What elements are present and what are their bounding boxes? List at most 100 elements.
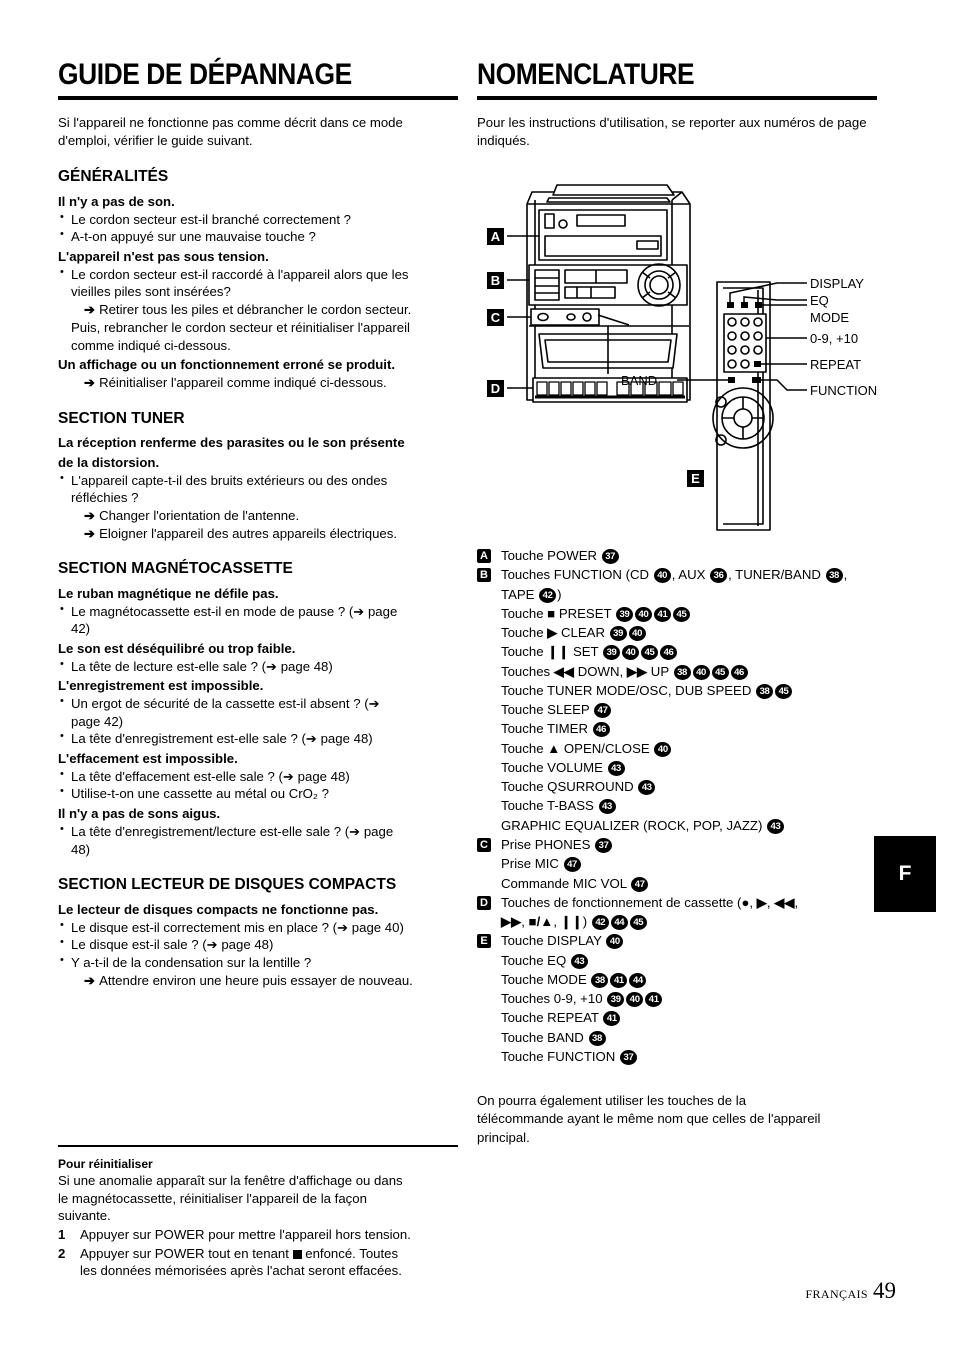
diagram-svg: A B C D E DISPLAY EQ x MODE 0-9, +10 REP… bbox=[487, 184, 877, 531]
guide-bullet-item: Un ergot de sécurité de la cassette est-… bbox=[58, 694, 458, 713]
nomenclature-text: Touche REPEAT bbox=[501, 1010, 603, 1026]
page-reference-badge: 42 bbox=[591, 915, 609, 931]
nomenclature-text: , bbox=[553, 914, 561, 930]
guide-solution-line: ➔ Retirer tous les piles et débrancher le… bbox=[58, 301, 458, 319]
reset-body-line: Si une anomalie apparaît sur la fenêtre … bbox=[58, 1173, 403, 1188]
nomenclature-row: Touches ◀◀ DOWN, ▶▶ UP 38 40 45 46 bbox=[477, 662, 877, 681]
page-reference-badge: 38 bbox=[588, 1030, 606, 1046]
page-title-nomenclature: NOMENCLATURE bbox=[477, 58, 695, 91]
nomenclature-text: Touche QSURROUND bbox=[501, 779, 638, 795]
nomenclature-text: OPEN/CLOSE bbox=[560, 740, 654, 756]
page-reference-badge: 40 bbox=[692, 664, 710, 680]
nomenclature-text: ) bbox=[582, 914, 591, 930]
page-reference-badge: 37 bbox=[619, 1049, 637, 1065]
nomenclature-row: Touche TUNER MODE/OSC, DUB SPEED 38 45 bbox=[477, 681, 877, 700]
tail-note-line: télécommande ayant le même nom que celle… bbox=[477, 1111, 821, 1127]
nomenclature-text: CLEAR bbox=[557, 625, 609, 641]
nomenclature-text: PRESET bbox=[555, 605, 616, 621]
nomenclature-list: A Touche POWER 37 B Touches FUNCTION (CD 40… bbox=[477, 546, 877, 1066]
nomenclature-row: Touche EQ 43 bbox=[477, 951, 877, 970]
page-reference-badge: 40 bbox=[653, 568, 671, 584]
nomenclature-text: , AUX bbox=[671, 567, 710, 583]
page-reference-badge: 38 bbox=[825, 568, 843, 584]
reset-step-line2: les données mémorisées après l'achat ser… bbox=[80, 1263, 402, 1279]
nomenclature-row: Touche ▲ OPEN/CLOSE 40 bbox=[477, 739, 877, 758]
page-reference-badge: 45 bbox=[775, 683, 793, 699]
nomenclature-row: Touche REPEAT 41 bbox=[477, 1008, 877, 1027]
reset-step-number: 2 bbox=[58, 1245, 66, 1261]
nomenclature-intro: Pour les instructions d'utilisation, se … bbox=[477, 115, 867, 149]
page-reference-badge: 45 bbox=[673, 606, 691, 622]
nomenclature-row: E Touche DISPLAY 40 bbox=[477, 931, 877, 950]
page-reference-badge: 38 bbox=[673, 664, 691, 680]
guide-problem-statement: La réception renferme des parasites ou l… bbox=[58, 435, 405, 451]
nomenclature-text: GRAPHIC EQUALIZER (ROCK, POP, JAZZ) bbox=[501, 817, 767, 833]
reset-body: Si une anomalie apparaît sur la fenêtre … bbox=[58, 1172, 458, 1225]
nomenclature-row: Touche QSURROUND 43 bbox=[477, 777, 877, 796]
page-title-guide: GUIDE DE DÉPANNAGE bbox=[58, 58, 352, 91]
guide-continuation-line: comme indiqué ci-dessous. bbox=[71, 337, 231, 353]
right-arrow-icon: ➔ bbox=[84, 302, 96, 318]
guide-section-heading: SECTION MAGNÉTOCASSETTE bbox=[58, 560, 293, 578]
guide-bullet-list: Un ergot de sécurité de la cassette est-… bbox=[58, 694, 458, 748]
callout-letter-badge: C bbox=[477, 837, 491, 852]
guide-bullet-item: La tête d'enregistrement est-elle sale ?… bbox=[58, 729, 458, 748]
stereo-system-diagram: A B C D E DISPLAY EQ x MODE 0-9, +10 REP… bbox=[477, 178, 877, 538]
nomenclature-row: C Prise PHONES 37 bbox=[477, 835, 877, 854]
guide-bullet-item: Le disque est-il sale ? (➔ page 48) bbox=[58, 935, 458, 954]
page-reference-badge: 40 bbox=[635, 606, 653, 622]
right-arrow-icon: ➔ bbox=[84, 972, 96, 988]
nomenclature-row: Touche ❙❙ SET 39 40 45 46 bbox=[477, 642, 877, 661]
language-side-tab: F bbox=[874, 836, 936, 912]
guide-solution-text: Eloigner l'appareil des autres appareils… bbox=[99, 525, 398, 541]
guide-bullet-item: Le disque est-il correctement mis en pla… bbox=[58, 918, 458, 937]
remote-tail-note: On pourra également utiliser les touches… bbox=[477, 1092, 877, 1147]
nomenclature-text: UP bbox=[647, 663, 673, 679]
page-reference-badge: 39 bbox=[609, 626, 627, 642]
transport-glyph-icon: ❙❙ bbox=[560, 914, 583, 930]
guide-bullet-list: Le magnétocassette est-il en mode de pau… bbox=[58, 602, 458, 638]
guide-problem-statement: L'appareil n'est pas sous tension. bbox=[58, 249, 269, 265]
page-reference-badge: 43 bbox=[638, 780, 656, 796]
nomenclature-row: ▶▶, ■/▲, ❙❙) 42 44 45 bbox=[477, 912, 877, 931]
nomenclature-text: Touche bbox=[501, 625, 548, 641]
guide-bullet-item: Le cordon secteur est-il branché correct… bbox=[58, 210, 458, 229]
guide-intro: Si l'appareil ne fonctionne pas comme dé… bbox=[58, 115, 403, 149]
page-reference-badge: 45 bbox=[641, 645, 659, 661]
guide-section-heading: SECTION LECTEUR DE DISQUES COMPACTS bbox=[58, 876, 397, 894]
guide-solution-text: Changer l'orientation de l'antenne. bbox=[99, 507, 300, 523]
nomenclature-row: Touche BAND 38 bbox=[477, 1028, 877, 1047]
left-column: GUIDE DE DÉPANNAGE Si l'appareil ne fonc… bbox=[58, 60, 458, 989]
reset-divider bbox=[58, 1145, 458, 1147]
transport-glyph-icon: ▶ bbox=[547, 625, 558, 641]
nomenclature-text: Touche TUNER MODE/OSC, DUB SPEED bbox=[501, 682, 756, 698]
nomenclature-text: Touche bbox=[501, 740, 548, 756]
page-reference-badge: 40 bbox=[626, 992, 644, 1008]
remote-label-mode: MODE bbox=[810, 310, 849, 325]
page-reference-badge: 47 bbox=[594, 703, 612, 719]
page-reference-badge: 45 bbox=[711, 664, 729, 680]
callout-letter-badge: D bbox=[477, 895, 491, 910]
page-reference-badge: 39 bbox=[616, 606, 634, 622]
guide-bullet-continuation: vieilles piles sont insérées? bbox=[71, 284, 231, 300]
nomenclature-text: Touche POWER bbox=[501, 548, 601, 563]
page-reference-badge: 43 bbox=[598, 799, 616, 815]
nomenclature-row: Touche SLEEP 47 bbox=[477, 700, 877, 719]
nomenclature-row: Touche TIMER 46 bbox=[477, 719, 877, 738]
reset-steps: 1 Appuyer sur POWER pour mettre l'apparei… bbox=[58, 1226, 458, 1280]
page-reference-badge: 46 bbox=[730, 664, 748, 680]
title-rule-left bbox=[58, 96, 458, 100]
guide-bullet-item: La tête d'effacement est-elle sale ? (➔ … bbox=[58, 767, 458, 786]
guide-solution-line: ➔ Attendre environ une heure puis essayer… bbox=[58, 972, 458, 990]
nomenclature-text: Touche T-BASS bbox=[501, 798, 598, 814]
guide-solution-text: Retirer tous les piles et débrancher le … bbox=[99, 302, 412, 318]
nomenclature-text: Touche BAND bbox=[501, 1029, 588, 1045]
page-reference-badge: 41 bbox=[610, 972, 628, 988]
nomenclature-row: B Touches FUNCTION (CD 40, AUX 36, TUNER/… bbox=[477, 565, 877, 584]
stop-square-icon bbox=[292, 1249, 302, 1259]
tail-note-line: principal. bbox=[477, 1129, 530, 1145]
nomenclature-row: Touche MODE 38 41 44 bbox=[477, 970, 877, 989]
nomenclature-text: Prise PHONES bbox=[501, 836, 595, 852]
nomenclature-text: Touches bbox=[501, 663, 554, 679]
tail-note-line: On pourra également utiliser les touches… bbox=[477, 1093, 747, 1109]
